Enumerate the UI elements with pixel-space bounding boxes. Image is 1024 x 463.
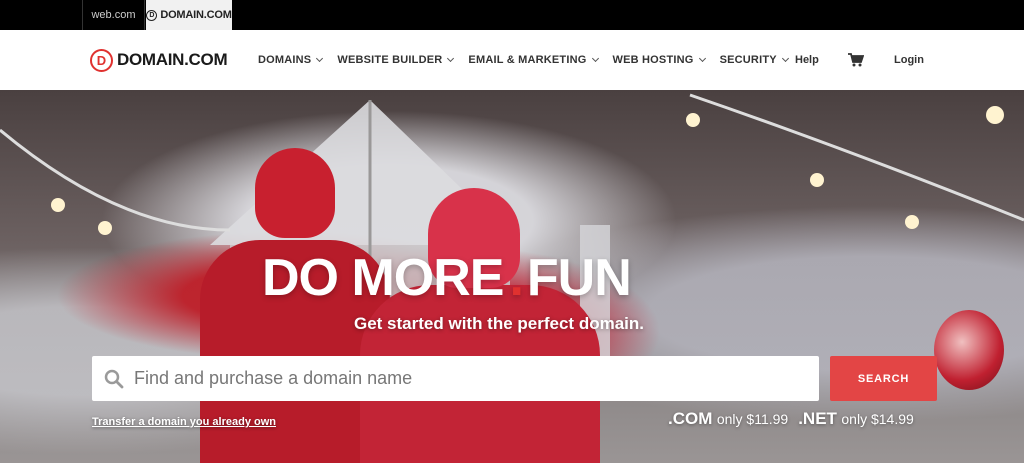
chevron-down-icon (447, 54, 455, 63)
headline-part-2: FUN (526, 249, 632, 307)
person-hat (255, 148, 335, 238)
cart-button[interactable] (848, 30, 864, 90)
price-net-text: only $14.99 (841, 411, 914, 427)
tab-web-com-label: web.com (91, 9, 136, 21)
menu-item-label: WEB HOSTING (612, 54, 694, 66)
ornament-decoration (934, 310, 1004, 390)
menu-item-label: EMAIL & MARKETING (468, 54, 587, 66)
transfer-domain-link[interactable]: Transfer a domain you already own (92, 416, 276, 428)
menu-item-label: DOMAINS (258, 54, 312, 66)
hero-headline: DO MORE . FUN (262, 248, 632, 308)
tld-com: .COM (668, 409, 713, 428)
domain-logo-icon: D (146, 9, 158, 21)
chevron-down-icon (698, 54, 706, 63)
main-nav: D DOMAIN.COM DOMAINS WEBSITE BUILDER EMA… (0, 30, 1024, 90)
menu-item-web-hosting[interactable]: WEB HOSTING (612, 54, 706, 66)
domain-search-input[interactable] (134, 368, 794, 389)
chevron-down-icon (591, 54, 599, 63)
price-com-text: only $11.99 (716, 411, 789, 427)
headline-part-1: DO MORE (262, 249, 504, 307)
site-logo[interactable]: D DOMAIN.COM (90, 48, 228, 72)
logo-text: DOMAIN.COM (117, 50, 228, 69)
tab-domain-com-label: DOMAIN.COM (160, 9, 232, 21)
hero-banner: DO MORE . FUN Get started with the perfe… (0, 90, 1024, 463)
price-com: .COM only $11.99 (668, 409, 788, 429)
tld-prices: .COM only $11.99 .NET only $14.99 (668, 409, 914, 429)
search-button[interactable]: SEARCH (830, 356, 937, 401)
primary-menu: DOMAINS WEBSITE BUILDER EMAIL & MARKETIN… (258, 30, 789, 90)
menu-item-email-marketing[interactable]: EMAIL & MARKETING (468, 54, 599, 66)
chevron-down-icon (316, 54, 324, 63)
menu-item-label: SECURITY (719, 54, 777, 66)
tld-net: .NET (798, 409, 837, 428)
menu-item-label: WEBSITE BUILDER (337, 54, 443, 66)
tab-web-com[interactable]: web.com (82, 0, 145, 30)
tab-domain-com[interactable]: D DOMAIN.COM (146, 0, 232, 30)
menu-item-website-builder[interactable]: WEBSITE BUILDER (337, 54, 455, 66)
search-icon (104, 369, 124, 388)
chevron-down-icon (781, 54, 789, 63)
price-net: .NET only $14.99 (798, 409, 914, 429)
domain-search-box (92, 356, 819, 401)
help-link[interactable]: Help (795, 30, 819, 90)
hero-tagline: Get started with the perfect domain. (354, 314, 644, 333)
menu-item-domains[interactable]: DOMAINS (258, 54, 324, 66)
brand-switcher-bar: web.com D DOMAIN.COM (0, 0, 1024, 30)
login-link[interactable]: Login (894, 30, 924, 90)
headline-dot: . (509, 249, 523, 307)
domain-logo-icon: D (90, 48, 113, 72)
menu-item-security[interactable]: SECURITY (719, 54, 789, 66)
shopping-cart-icon (848, 53, 864, 67)
